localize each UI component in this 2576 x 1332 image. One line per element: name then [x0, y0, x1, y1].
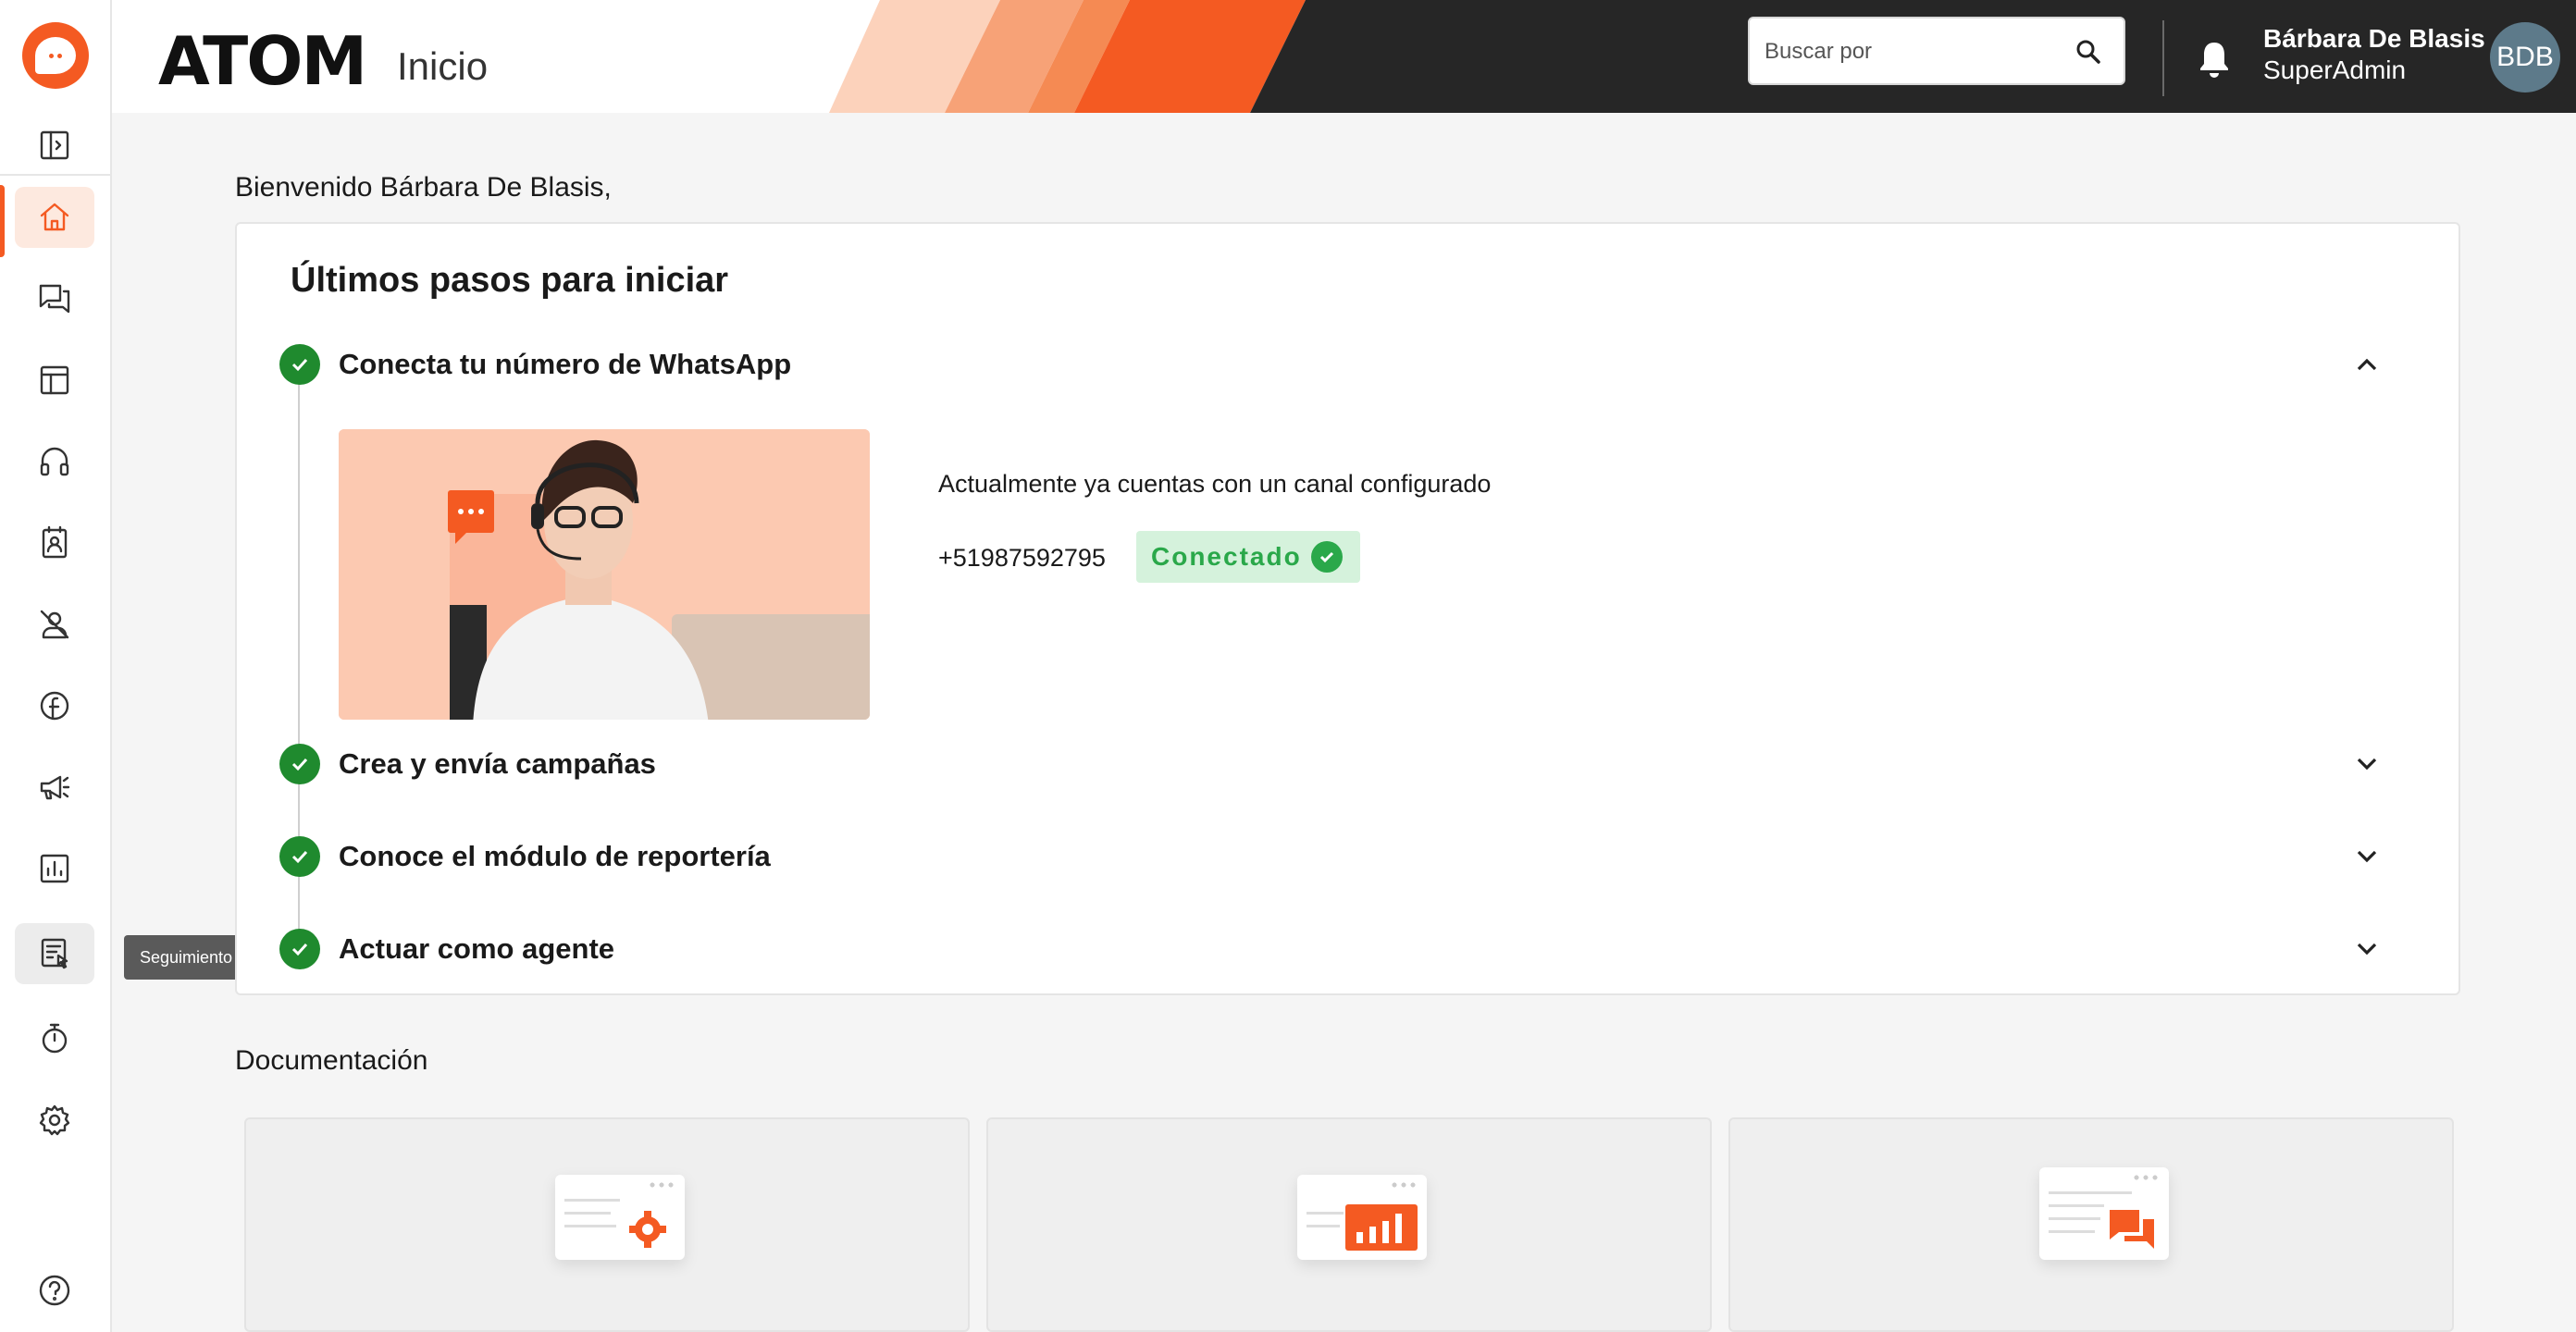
user-name: Bárbara De Blasis [2263, 24, 2485, 53]
sidebar-item-timer[interactable] [15, 1008, 94, 1069]
doc-settings-illustration [555, 1175, 685, 1260]
tracking-icon [41, 938, 68, 969]
top-header: ATOM Inicio Bárbara De Blasis SuperAdmin… [112, 0, 2576, 113]
step-complete-check-icon [279, 744, 320, 784]
sidebar-item-campaigns[interactable] [15, 757, 94, 818]
chevron-down-icon[interactable] [2352, 749, 2382, 779]
whatsapp-phone-number: +51987592795 [938, 544, 1106, 572]
headset-icon [40, 447, 69, 476]
report-chart-icon [40, 854, 69, 883]
page-title: Inicio [397, 44, 489, 88]
step-whatsapp[interactable]: Conecta tu número de WhatsApp [279, 344, 2408, 390]
doc-reports-illustration [1297, 1175, 1427, 1260]
search-input[interactable] [1763, 35, 2062, 68]
sidebar-item-support[interactable] [15, 431, 94, 492]
doc-card-reports[interactable] [986, 1117, 1712, 1332]
agent-off-icon [40, 610, 69, 639]
step-complete-check-icon [279, 929, 320, 969]
chevron-up-icon[interactable] [2352, 350, 2382, 379]
step-complete-check-icon [279, 836, 320, 877]
documentation-title: Documentación [235, 1045, 428, 1076]
help-icon [39, 1275, 70, 1306]
step-campaigns[interactable]: Crea y envía campañas [279, 744, 2408, 790]
doc-card-conversations[interactable] [1728, 1117, 2454, 1332]
onboarding-title: Últimos pasos para iniciar [291, 261, 729, 300]
chat-bubbles-icon [39, 284, 70, 314]
sidebar-divider [0, 174, 110, 176]
app-logo[interactable] [22, 22, 89, 89]
brand-logo-text: ATOM [158, 22, 367, 100]
sidebar: Seguimiento [0, 0, 248, 1332]
sidebar-item-conversations[interactable] [15, 268, 94, 329]
panel-toggle-icon [40, 130, 69, 160]
sidebar-item-facebook[interactable] [15, 675, 94, 736]
connected-check-icon [1310, 541, 1343, 573]
table-layout-icon [40, 365, 69, 395]
whatsapp-status-text: Actualmente ya cuentas con un canal conf… [938, 470, 1492, 498]
gear-icon [629, 1211, 666, 1248]
sidebar-tooltip: Seguimiento [124, 935, 248, 980]
step-label: Conoce el módulo de reportería [339, 840, 771, 872]
sidebar-item-dashboard[interactable] [15, 350, 94, 411]
sidebar-item-contacts[interactable] [15, 512, 94, 574]
logo-chat-icon [35, 37, 76, 74]
search-icon[interactable] [2074, 37, 2103, 67]
badge-label: Conectado [1151, 542, 1302, 571]
sidebar-item-tracking[interactable] [15, 923, 94, 984]
avatar[interactable]: BDB [2490, 22, 2560, 92]
step-label: Conecta tu número de WhatsApp [339, 348, 792, 380]
doc-chat-illustration [2039, 1167, 2169, 1260]
notification-bell-icon[interactable] [2196, 39, 2233, 80]
connection-status-badge: Conectado [1136, 531, 1360, 583]
search-box[interactable] [1748, 17, 2125, 85]
step-label: Actuar como agente [339, 932, 615, 965]
doc-card-settings[interactable] [244, 1117, 970, 1332]
step-reports[interactable]: Conoce el módulo de reportería [279, 836, 2408, 882]
bar-chart-icon [1345, 1204, 1418, 1251]
sidebar-item-home[interactable] [15, 187, 94, 248]
header-separator [2162, 20, 2164, 96]
settings-icon [39, 1104, 70, 1136]
chevron-down-icon[interactable] [2352, 934, 2382, 964]
chat-bubbles-icon [2110, 1210, 2154, 1249]
step-label: Crea y envía campañas [339, 747, 656, 780]
sidebar-item-reports[interactable] [15, 838, 94, 899]
active-indicator [0, 185, 5, 257]
user-role: SuperAdmin [2263, 56, 2407, 84]
agent-headset-image [339, 429, 870, 720]
step-agent[interactable]: Actuar como agente [279, 929, 2408, 975]
sidebar-item-help[interactable] [15, 1260, 94, 1321]
home-icon [40, 203, 69, 231]
agent-illustration [339, 429, 870, 720]
sidebar-item-settings[interactable] [15, 1090, 94, 1151]
step-complete-check-icon [279, 344, 320, 385]
onboarding-card: Últimos pasos para iniciar Conecta tu nú… [235, 222, 2460, 995]
megaphone-icon [40, 775, 70, 800]
chevron-down-icon[interactable] [2352, 842, 2382, 871]
facebook-icon [40, 691, 69, 721]
contacts-icon [42, 525, 68, 559]
welcome-message: Bienvenido Bárbara De Blasis, [235, 172, 612, 203]
sidebar-toggle[interactable] [15, 115, 94, 176]
timer-icon [42, 1023, 68, 1054]
sidebar-item-agents-off[interactable] [15, 594, 94, 655]
